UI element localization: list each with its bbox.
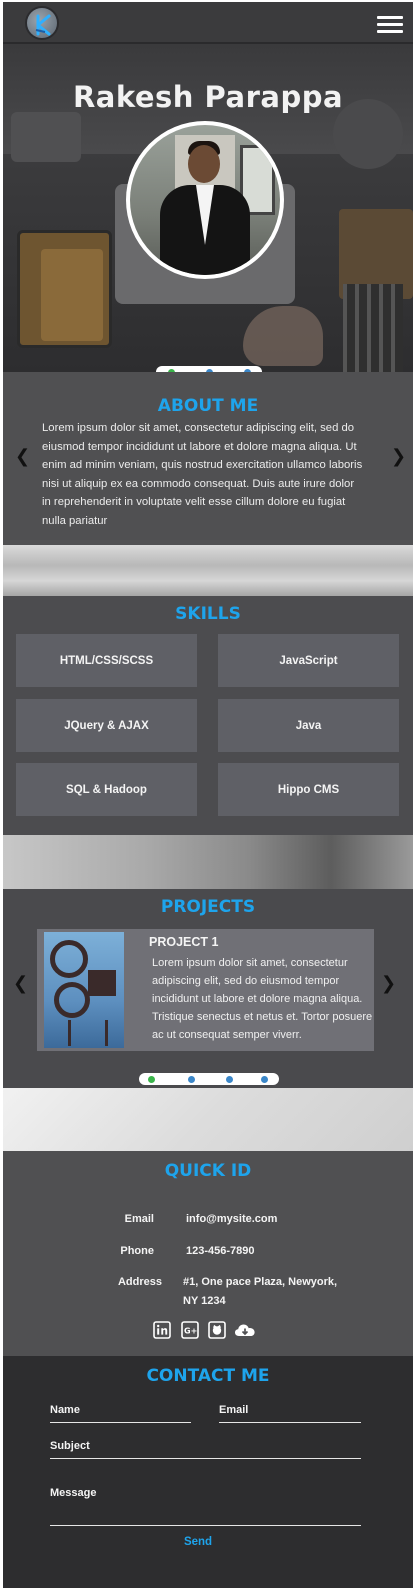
chevron-right-icon[interactable]: ❯: [381, 973, 396, 994]
quick-id-title: QUICK ID: [164, 1161, 252, 1181]
page: Rakesh Parappa ABOUT ME ❮ Lorem ipsum do…: [3, 2, 413, 1588]
phone-label: Phone: [120, 1245, 154, 1257]
subject-field[interactable]: Subject: [50, 1437, 361, 1459]
github-icon[interactable]: [208, 1321, 226, 1339]
hamburger-menu-icon[interactable]: [377, 16, 403, 34]
project-card[interactable]: PROJECT 1 Lorem ipsum dolor sit amet, co…: [37, 929, 374, 1051]
email-label: Email: [124, 1213, 154, 1225]
send-button[interactable]: Send: [173, 1536, 223, 1548]
contact-section: CONTACT ME Name Email Subject Message Se…: [3, 1356, 413, 1588]
skill-tile: Java: [218, 699, 399, 752]
address-line2: NY 1234: [183, 1295, 226, 1307]
project-title: PROJECT 1: [149, 935, 219, 949]
about-text: Lorem ipsum dolor sit amet, consectetur …: [42, 422, 363, 527]
carousel-dot[interactable]: [148, 1076, 155, 1083]
cloud-download-icon[interactable]: [234, 1321, 256, 1339]
skill-tile: Hippo CMS: [218, 763, 399, 816]
message-label: Message: [50, 1487, 97, 1499]
skills-title: SKILLS: [175, 604, 241, 624]
projects-carousel-dots: [139, 1073, 279, 1085]
skill-tile: HTML/CSS/SCSS: [16, 634, 197, 687]
contact-title: CONTACT ME: [146, 1366, 270, 1386]
svg-text:G+: G+: [184, 1327, 197, 1336]
message-field[interactable]: Message: [50, 1484, 361, 1526]
skill-tile: JQuery & AJAX: [16, 699, 197, 752]
skill-tile: JavaScript: [218, 634, 399, 687]
carousel-dot[interactable]: [261, 1076, 268, 1083]
navbar: [3, 2, 413, 44]
about-title: ABOUT ME: [157, 396, 259, 416]
email-field-label: Email: [219, 1404, 249, 1416]
carousel-dot[interactable]: [226, 1076, 233, 1083]
name-field[interactable]: Name: [50, 1401, 191, 1423]
hero-banner: Rakesh Parappa: [3, 44, 413, 372]
k-logo-icon[interactable]: [25, 6, 59, 40]
email-field[interactable]: Email: [219, 1401, 361, 1423]
projects-title: PROJECTS: [160, 897, 256, 917]
projects-section: PROJECTS ❮ PROJECT 1 Lorem ipsum dolor s…: [3, 889, 413, 1088]
chevron-left-icon[interactable]: ❮: [15, 446, 30, 467]
chevron-right-icon[interactable]: ❯: [391, 446, 406, 467]
subject-label: Subject: [50, 1440, 90, 1452]
chevron-left-icon[interactable]: ❮: [13, 973, 28, 994]
project-text: Lorem ipsum dolor sit amet, consectetur …: [152, 957, 373, 1041]
google-plus-icon[interactable]: G+: [181, 1321, 199, 1339]
name-label: Name: [50, 1404, 80, 1416]
snow-divider: [3, 1088, 413, 1151]
avatar: [126, 121, 284, 279]
skill-tile: SQL & Hadoop: [16, 763, 197, 816]
phone-value: 123-456-7890: [186, 1245, 255, 1257]
skills-section: SKILLS HTML/CSS/SCSS JavaScript JQuery &…: [3, 596, 413, 835]
hero-name: Rakesh Parappa: [72, 80, 344, 114]
email-value[interactable]: info@mysite.com: [186, 1213, 277, 1225]
carousel-dot[interactable]: [188, 1076, 195, 1083]
address-line1: #1, One pace Plaza, Newyork,: [183, 1276, 338, 1288]
projector-image: [44, 932, 124, 1048]
about-section: ABOUT ME ❮ Lorem ipsum dolor sit amet, c…: [3, 372, 413, 545]
quick-id-section: QUICK ID Email info@mysite.com Phone 123…: [3, 1151, 413, 1356]
cloud-divider: [3, 545, 413, 596]
linkedin-icon[interactable]: [153, 1321, 171, 1339]
address-label: Address: [117, 1276, 162, 1288]
mountain-divider: [3, 835, 413, 889]
